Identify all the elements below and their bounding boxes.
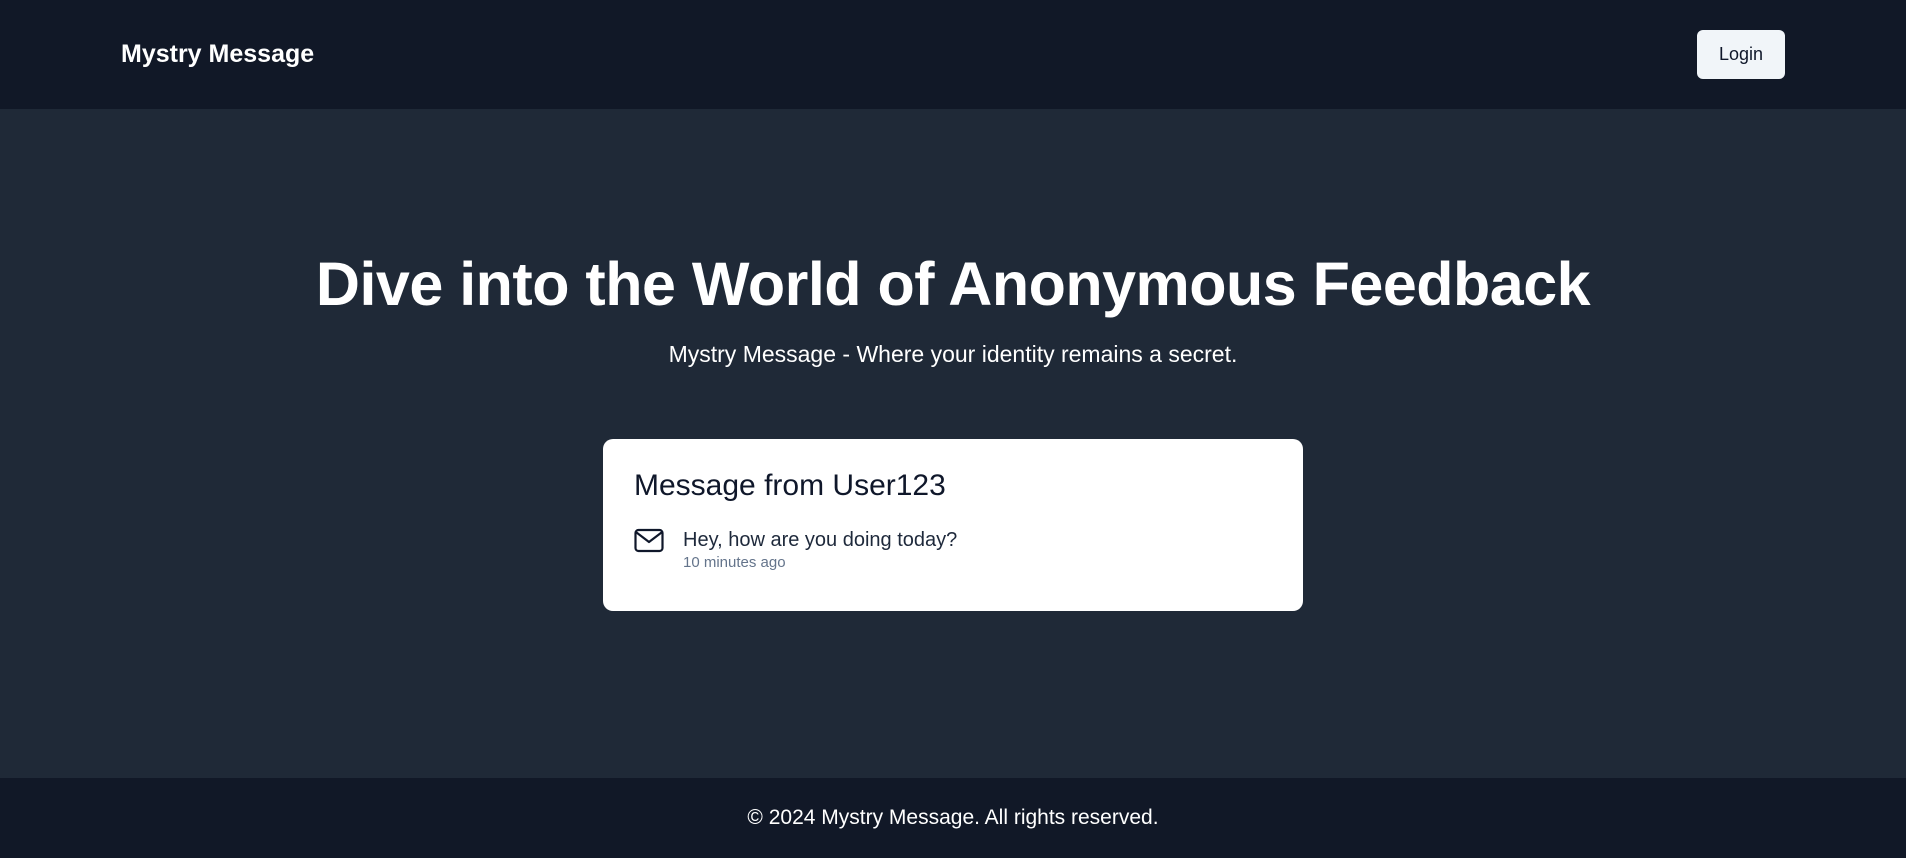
message-card: Message from User123 Hey, how are you do… bbox=[603, 439, 1303, 611]
page: Mystry Message Login Dive into the World… bbox=[0, 0, 1906, 858]
message-content: Hey, how are you doing today? 10 minutes… bbox=[683, 528, 957, 571]
hero-title: Dive into the World of Anonymous Feedbac… bbox=[315, 250, 1591, 318]
message-card-title: Message from User123 bbox=[634, 469, 946, 502]
message-timestamp: 10 minutes ago bbox=[683, 554, 786, 571]
message-text: Hey, how are you doing today? bbox=[683, 529, 958, 551]
main-content: Dive into the World of Anonymous Feedbac… bbox=[0, 109, 1906, 778]
navbar: Mystry Message Login bbox=[0, 0, 1906, 109]
footer: © 2024 Mystry Message. All rights reserv… bbox=[0, 778, 1906, 858]
login-button[interactable]: Login bbox=[1697, 30, 1785, 79]
message-row: Hey, how are you doing today? 10 minutes… bbox=[634, 528, 1272, 571]
brand-logo[interactable]: Mystry Message bbox=[121, 40, 314, 69]
mail-icon bbox=[634, 528, 664, 553]
hero-subtitle: Mystry Message - Where your identity rem… bbox=[668, 341, 1238, 367]
footer-copyright: © 2024 Mystry Message. All rights reserv… bbox=[747, 806, 1159, 829]
